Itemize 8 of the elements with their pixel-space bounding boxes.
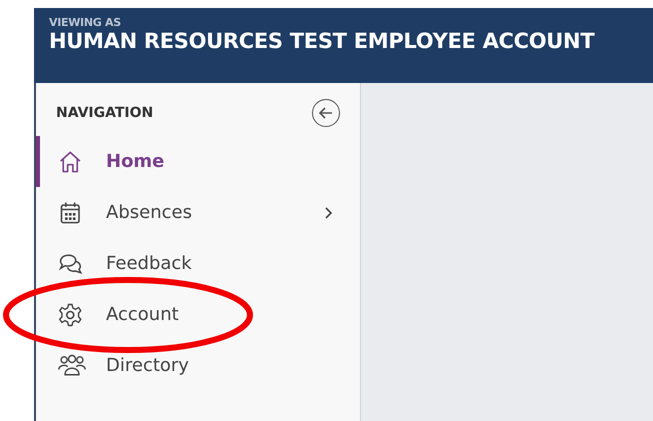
nav-item[interactable]: Feedback bbox=[36, 238, 360, 289]
nav-item[interactable]: Directory bbox=[36, 340, 360, 391]
navigation-heading: NAVIGATION bbox=[56, 105, 154, 121]
collapse-button[interactable] bbox=[312, 99, 340, 127]
account-title: HUMAN RESOURCES TEST EMPLOYEE ACCOUNT bbox=[49, 29, 596, 53]
nav-item[interactable]: Absences bbox=[36, 187, 360, 238]
viewing-as-caption: VIEWING AS bbox=[49, 16, 122, 29]
nav-item[interactable]: Account bbox=[36, 289, 360, 340]
